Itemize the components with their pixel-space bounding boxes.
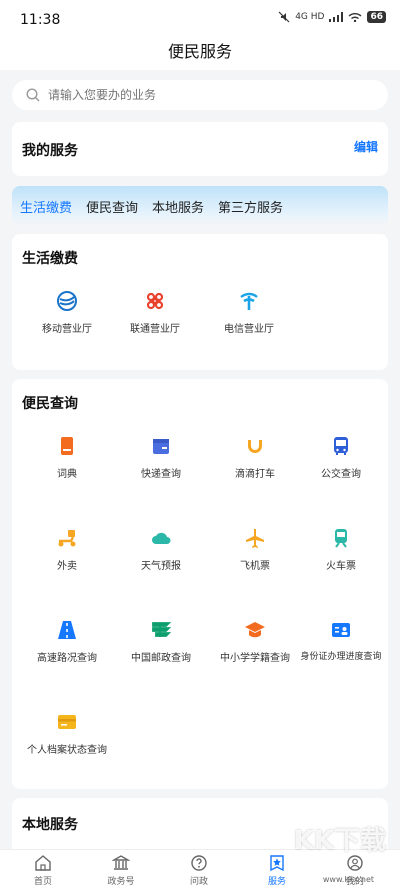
nav-services[interactable]: 服务 [247, 854, 307, 887]
page-title: 便民服务 [167, 42, 232, 61]
tab-life-payment[interactable]: 生活缴费 [20, 197, 72, 216]
search-icon [26, 88, 40, 102]
wifi-icon [349, 13, 362, 22]
nav-home[interactable]: 首页 [13, 854, 73, 887]
nav-label: 服务 [267, 877, 286, 887]
grid-item-express[interactable]: 快递查询 [114, 435, 208, 480]
nav-label: 首页 [33, 877, 52, 887]
bus-icon [334, 437, 348, 455]
grid-item-label: 天气预报 [141, 561, 181, 572]
grid-item-dictionary[interactable]: 词典 [20, 435, 114, 480]
status-time: 11:38 [20, 12, 61, 28]
grid-item-label: 飞机票 [240, 561, 270, 572]
my-services-title: 我的服务 [22, 143, 78, 159]
nav-government[interactable]: 政务号 [91, 854, 151, 887]
package-icon [153, 439, 169, 454]
grid-item-label: 电信营业厅 [224, 324, 274, 335]
didi-icon [248, 440, 262, 453]
grid-item-label: 外卖 [57, 561, 77, 572]
grid-item-personal-archive[interactable]: 个人档案状态查询 [20, 711, 114, 756]
china-unicom-icon [146, 292, 164, 310]
grid-item-student-status[interactable]: 中小学学籍查询 [208, 619, 302, 664]
convenience-query-card: 便民查询 词典 快递查询 滴滴打车 公交查询 外卖 天气预报 飞机票 火车票 高… [12, 379, 388, 789]
status-icons: 4G HD 66 [278, 11, 386, 23]
my-services-card: 我的服务 编辑 [12, 122, 388, 176]
grid-item-weather[interactable]: 天气预报 [114, 527, 208, 572]
grid-item-label: 火车票 [326, 561, 356, 572]
service-star-icon [270, 855, 284, 872]
cloud-icon [152, 532, 171, 544]
status-bar: 11:38 4G HD 66 [0, 0, 400, 38]
life-payment-card: 生活缴费 移动营业厅 联通营业厅 电信营业厅 [12, 234, 388, 370]
airplane-icon [246, 529, 264, 548]
scooter-icon [58, 530, 76, 547]
search-bar[interactable] [12, 80, 388, 110]
local-services-title: 本地服务 [22, 817, 78, 833]
battery-icon: 66 [367, 11, 386, 23]
grid-item-china-telecom[interactable]: 电信营业厅 [202, 290, 296, 335]
grid-item-didi[interactable]: 滴滴打车 [208, 435, 302, 480]
id-card-icon [332, 623, 350, 637]
grid-item-label: 中国邮政查询 [131, 653, 191, 664]
grid-item-label: 个人档案状态查询 [27, 745, 107, 756]
watermark-url: www.kkx.net [322, 875, 374, 884]
grid-item-takeaway[interactable]: 外卖 [20, 527, 114, 572]
train-icon [335, 529, 347, 548]
grid-item-highway[interactable]: 高速路况查询 [20, 619, 114, 664]
watermark-logo: KK下载 [293, 826, 386, 856]
edit-button[interactable]: 编辑 [354, 138, 378, 155]
tab-local-services[interactable]: 本地服务 [152, 197, 204, 216]
life-payment-title: 生活缴费 [22, 251, 78, 267]
grid-item-bus[interactable]: 公交查询 [294, 435, 388, 480]
search-input[interactable] [48, 88, 348, 102]
grid-item-label: 公交查询 [321, 469, 361, 480]
nav-label: 问政 [189, 877, 208, 887]
signal-icon [329, 12, 344, 22]
china-telecom-icon [240, 292, 258, 310]
grid-item-label: 身份证办理进度查询 [300, 652, 382, 662]
mute-icon [278, 11, 290, 23]
highway-icon [58, 621, 76, 639]
grid-item-label: 词典 [57, 469, 77, 480]
grid-item-label: 中小学学籍查询 [220, 653, 290, 664]
grid-item-label: 移动营业厅 [42, 324, 92, 335]
grid-item-label: 联通营业厅 [130, 324, 180, 335]
service-tabs: 生活缴费 便民查询 本地服务 第三方服务 [12, 186, 388, 226]
grid-item-label: 高速路况查询 [37, 653, 97, 664]
dictionary-icon [61, 437, 73, 455]
government-icon [112, 855, 130, 870]
page-header: 便民服务 [0, 38, 400, 70]
nav-label: 政务号 [107, 877, 135, 887]
grid-item-china-unicom[interactable]: 联通营业厅 [108, 290, 202, 335]
grid-item-id-card[interactable]: 身份证办理进度查询 [294, 619, 388, 662]
grid-item-flight[interactable]: 飞机票 [208, 527, 302, 572]
grid-item-china-post[interactable]: 中国邮政查询 [114, 619, 208, 664]
nav-inquiry[interactable]: 问政 [169, 854, 229, 887]
tab-convenience-query[interactable]: 便民查询 [86, 197, 138, 216]
tab-third-party[interactable]: 第三方服务 [218, 197, 283, 216]
convenience-query-title: 便民查询 [22, 396, 78, 412]
china-post-icon [152, 622, 172, 637]
grid-item-label: 滴滴打车 [235, 469, 275, 480]
graduation-cap-icon [245, 622, 265, 638]
question-icon [191, 855, 207, 871]
grid-item-label: 快递查询 [141, 469, 181, 480]
home-icon [35, 855, 51, 871]
grid-item-china-mobile[interactable]: 移动营业厅 [20, 290, 114, 335]
china-mobile-icon [57, 291, 77, 311]
grid-item-train[interactable]: 火车票 [294, 527, 388, 572]
network-label: 4G HD [295, 12, 325, 22]
archive-card-icon [58, 715, 76, 729]
